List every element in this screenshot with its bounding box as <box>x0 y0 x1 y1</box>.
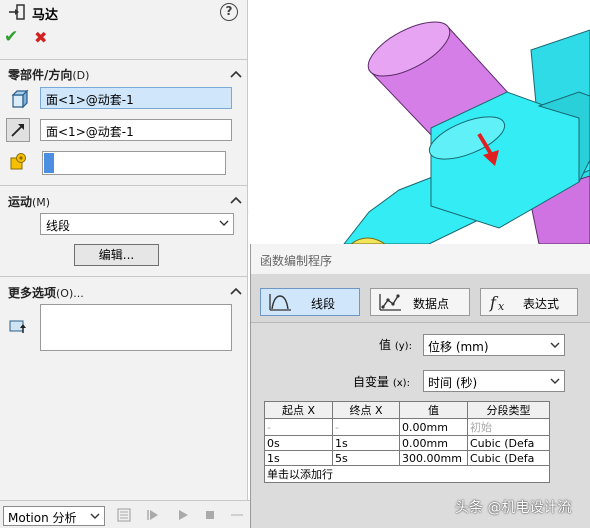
calculate-icon[interactable] <box>117 508 131 522</box>
study-type-select[interactable]: Motion 分析 <box>3 506 105 526</box>
cell-end[interactable]: 1s <box>332 435 400 451</box>
tab-segments-label: 线段 <box>311 297 336 311</box>
cancel-x-icon[interactable]: ✖ <box>34 28 50 47</box>
tab-segments[interactable]: 线段 <box>260 288 360 316</box>
graphics-viewport[interactable] <box>249 0 590 244</box>
svg-text:x: x <box>498 300 505 312</box>
cell-end[interactable]: - <box>332 418 400 436</box>
load-faces-list[interactable] <box>40 304 232 351</box>
segment-curve-icon <box>269 294 291 311</box>
model-view <box>343 21 590 244</box>
divider <box>0 276 248 277</box>
motor-direction-field[interactable]: 面<1>@动套-1 <box>40 119 232 141</box>
add-row[interactable]: 单击以添加行 <box>264 465 550 483</box>
cell-type[interactable]: 初始 <box>467 418 550 436</box>
play-from-start-icon[interactable] <box>146 508 160 522</box>
cell-type[interactable]: Cubic (Defa <box>467 435 550 451</box>
property-manager-header: 马达 ? <box>0 0 248 26</box>
header-start-x: 起点 X <box>264 401 333 419</box>
add-row-hint[interactable]: 单击以添加行 <box>264 465 550 483</box>
section-more-options-title[interactable]: 更多选项(O)... <box>8 284 84 301</box>
component-to-move-icon <box>10 153 26 170</box>
cell-value[interactable]: 300.00mm <box>399 450 468 466</box>
ok-check-icon[interactable]: ✔ <box>4 27 22 47</box>
chevron-down-icon <box>550 378 560 384</box>
motion-type-value: 线段 <box>46 219 71 233</box>
load-faces-icon <box>9 320 26 333</box>
header-value: 值 <box>399 401 468 419</box>
independent-variable-selected: 时间 (秒) <box>428 376 478 390</box>
play-icon[interactable] <box>176 508 190 522</box>
data-points-icon <box>379 294 401 311</box>
section-parts-direction-title[interactable]: 零部件/方向(D) <box>8 66 89 83</box>
header-end-x: 终点 X <box>332 401 400 419</box>
table-row[interactable]: 1s 5s 300.00mm Cubic (Defa <box>264 450 550 466</box>
motor-icon <box>9 4 25 20</box>
cell-start[interactable]: 0s <box>264 435 333 451</box>
fx-icon: f x <box>489 293 505 312</box>
table-row[interactable]: - - 0.00mm 初始 <box>264 418 550 436</box>
cell-value[interactable]: 0.00mm <box>399 418 468 436</box>
cell-value[interactable]: 0.00mm <box>399 435 468 451</box>
tab-data-points[interactable]: 数据点 <box>370 288 470 316</box>
value-label: 值 (y): <box>379 338 412 352</box>
tab-expression-label: 表达式 <box>523 297 560 311</box>
cell-type[interactable]: Cubic (Defa <box>467 450 550 466</box>
face-selection-icon <box>11 89 29 109</box>
cell-end[interactable]: 5s <box>332 450 400 466</box>
divider <box>0 185 248 186</box>
direction-arrow-icon <box>11 124 24 137</box>
cell-start[interactable]: 1s <box>264 450 333 466</box>
function-builder-window: 函数编制程序 线段 数据点 f x 表达式 值 (y): 位移 (mm) 自变量… <box>250 244 590 528</box>
more-toolbar-icon[interactable] <box>230 508 244 522</box>
chevron-down-icon <box>90 513 100 519</box>
property-manager: 马达 ? ✔ ✖ 零部件/方向(D) 面<1>@动套-1 面<1>@动套-1 运… <box>0 0 248 500</box>
collapse-chevron-icon[interactable] <box>230 69 242 79</box>
collapse-chevron-icon[interactable] <box>230 195 242 205</box>
tab-data-points-label: 数据点 <box>413 297 450 311</box>
tab-expression[interactable]: f x 表达式 <box>480 288 578 316</box>
collapse-chevron-icon[interactable] <box>230 286 242 296</box>
edit-function-button[interactable]: 编辑... <box>74 244 159 266</box>
motion-study-toolbar: Motion 分析 <box>0 500 250 528</box>
value-type-selected: 位移 (mm) <box>428 340 489 354</box>
property-manager-title: 马达 <box>32 8 59 23</box>
reverse-direction-button[interactable] <box>6 118 30 142</box>
component-to-move-field[interactable] <box>42 151 226 175</box>
independent-variable-select[interactable]: 时间 (秒) <box>423 370 565 392</box>
stop-icon[interactable] <box>203 508 217 522</box>
independent-variable-label: 自变量 (x): <box>353 375 410 389</box>
header-segment-type: 分段类型 <box>467 401 550 419</box>
chevron-down-icon <box>550 342 560 348</box>
chevron-down-icon <box>219 220 229 226</box>
table-row[interactable]: 0s 1s 0.00mm Cubic (Defa <box>264 435 550 451</box>
divider <box>0 59 248 60</box>
study-type-value: Motion 分析 <box>8 511 77 525</box>
watermark-text: 头条 @机电设计流 <box>455 500 572 516</box>
function-builder-title: 函数编制程序 <box>251 244 590 274</box>
motor-location-field[interactable]: 面<1>@动套-1 <box>40 87 232 109</box>
motion-type-select[interactable]: 线段 <box>40 213 234 235</box>
help-icon[interactable]: ? <box>220 3 238 21</box>
segments-table[interactable]: 起点 X 终点 X 值 分段类型 - - 0.00mm 初始 0s 1s 0.0… <box>264 401 550 483</box>
table-header-row: 起点 X 终点 X 值 分段类型 <box>264 401 550 419</box>
cell-start[interactable]: - <box>264 418 333 436</box>
selection-indicator <box>44 153 54 173</box>
section-motion-title[interactable]: 运动(M) <box>8 193 50 210</box>
value-type-select[interactable]: 位移 (mm) <box>423 334 565 356</box>
